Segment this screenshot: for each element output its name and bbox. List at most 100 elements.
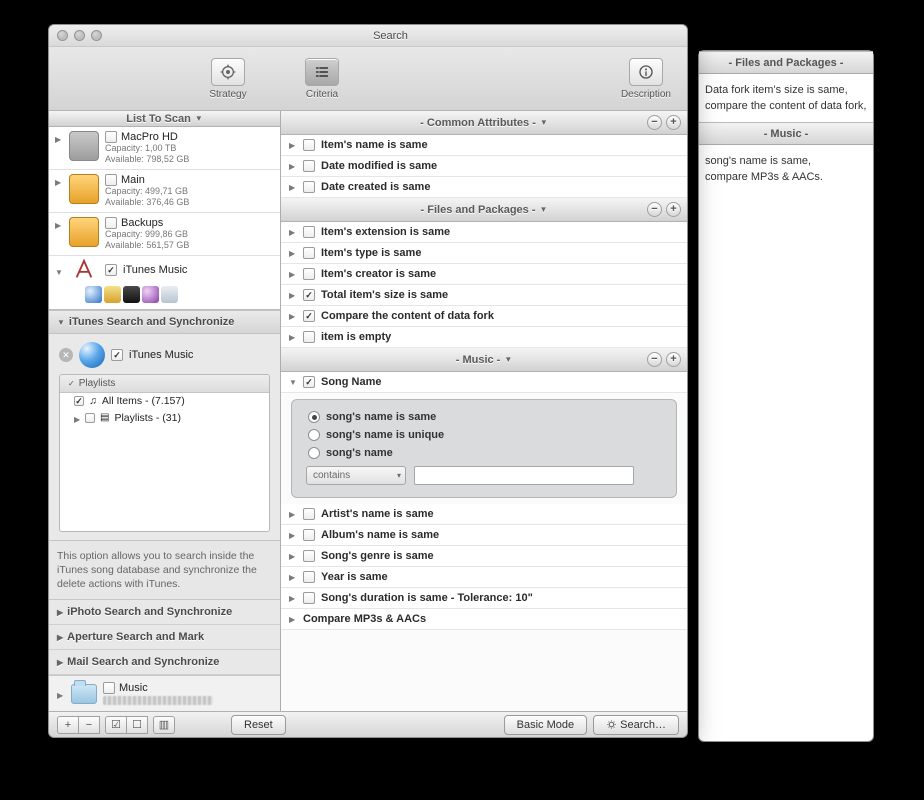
- disclosure-icon[interactable]: ▶: [74, 411, 80, 424]
- attr-row[interactable]: ▶Compare the content of data fork: [281, 306, 687, 327]
- disclosure-icon[interactable]: ▶: [289, 291, 297, 300]
- disclosure-icon[interactable]: ▶: [55, 174, 63, 187]
- disclosure-icon[interactable]: ▶: [289, 141, 297, 150]
- add-button[interactable]: +: [666, 352, 681, 367]
- disclosure-icon[interactable]: ▼: [55, 264, 63, 277]
- disclosure-icon[interactable]: ▶: [289, 270, 297, 279]
- attr-row[interactable]: ▶Song's genre is same: [281, 546, 687, 567]
- check-button[interactable]: ☑: [105, 716, 127, 734]
- volume-checkbox[interactable]: [105, 131, 117, 143]
- attr-row[interactable]: ▶Item's name is same: [281, 135, 687, 156]
- attr-checkbox[interactable]: [303, 331, 315, 343]
- add-button[interactable]: +: [666, 202, 681, 217]
- attr-checkbox[interactable]: [303, 376, 315, 388]
- toolbar-criteria[interactable]: Criteria: [295, 58, 349, 100]
- columns-button[interactable]: ▥: [153, 716, 175, 734]
- attr-row[interactable]: ▶Item's type is same: [281, 243, 687, 264]
- disclosure-icon[interactable]: ▶: [289, 615, 297, 624]
- itunes-checkbox[interactable]: [105, 264, 117, 276]
- disclosure-icon[interactable]: ▶: [289, 552, 297, 561]
- attr-checkbox[interactable]: [303, 592, 315, 604]
- radio-button[interactable]: [308, 411, 320, 423]
- reset-button[interactable]: Reset: [231, 715, 286, 735]
- attr-row[interactable]: ▶Total item's size is same: [281, 285, 687, 306]
- attr-row[interactable]: ▶Song's duration is same - Tolerance: 10…: [281, 588, 687, 609]
- disclosure-icon[interactable]: ▶: [289, 183, 297, 192]
- disclosure-icon[interactable]: ▶: [55, 131, 63, 144]
- toolbar-strategy[interactable]: Strategy: [201, 58, 255, 100]
- section-music[interactable]: - Music - ▼ −+: [281, 348, 687, 372]
- category-iphoto[interactable]: ▶iPhoto Search and Synchronize: [49, 600, 280, 625]
- remove-item-button[interactable]: −: [78, 716, 100, 734]
- zoom-icon[interactable]: [91, 30, 102, 41]
- attr-row[interactable]: ▶Date modified is same: [281, 156, 687, 177]
- disclosure-icon[interactable]: ▶: [289, 333, 297, 342]
- attr-row[interactable]: ▶Item's creator is same: [281, 264, 687, 285]
- playlist-checkbox[interactable]: [85, 413, 95, 423]
- close-icon[interactable]: [57, 30, 68, 41]
- disclosure-icon[interactable]: ▶: [289, 228, 297, 237]
- attr-song-name[interactable]: ▼Song Name: [281, 372, 687, 393]
- radio-row[interactable]: song's name is same: [304, 408, 664, 426]
- basic-mode-button[interactable]: Basic Mode: [504, 715, 587, 735]
- radio-button[interactable]: [308, 429, 320, 441]
- radio-row[interactable]: song's name is unique: [304, 426, 664, 444]
- remove-button[interactable]: ✕: [59, 348, 73, 362]
- attr-checkbox[interactable]: [303, 508, 315, 520]
- radio-row[interactable]: song's name: [304, 444, 664, 462]
- attr-checkbox[interactable]: [303, 247, 315, 259]
- disclosure-icon[interactable]: ▶: [289, 510, 297, 519]
- attr-row[interactable]: ▶Date created is same: [281, 177, 687, 198]
- attr-row[interactable]: ▶item is empty: [281, 327, 687, 348]
- add-button[interactable]: +: [666, 115, 681, 130]
- attr-checkbox[interactable]: [303, 289, 315, 301]
- category-itunes[interactable]: ▼iTunes Search and Synchronize: [49, 310, 280, 334]
- section-files[interactable]: - Files and Packages - ▼ −+: [281, 198, 687, 222]
- disclosure-icon[interactable]: ▶: [57, 687, 65, 700]
- attr-checkbox[interactable]: [303, 139, 315, 151]
- category-mail[interactable]: ▶Mail Search and Synchronize: [49, 650, 280, 675]
- attr-checkbox[interactable]: [303, 181, 315, 193]
- disclosure-icon[interactable]: ▶: [289, 531, 297, 540]
- playlist-checkbox[interactable]: [74, 396, 84, 406]
- folder-checkbox[interactable]: [103, 682, 115, 694]
- add-item-button[interactable]: +: [57, 716, 79, 734]
- attr-row[interactable]: ▶Album's name is same: [281, 525, 687, 546]
- disclosure-icon[interactable]: ▶: [289, 594, 297, 603]
- playlist-row[interactable]: ♫ All Items - (7.157): [60, 393, 269, 409]
- collapse-button[interactable]: −: [647, 352, 662, 367]
- itunes-panel-checkbox[interactable]: [111, 349, 123, 361]
- attr-checkbox[interactable]: [303, 310, 315, 322]
- collapse-button[interactable]: −: [647, 202, 662, 217]
- disclosure-icon[interactable]: ▶: [289, 573, 297, 582]
- attr-checkbox[interactable]: [303, 529, 315, 541]
- section-common[interactable]: - Common Attributes - ▼ −+: [281, 111, 687, 135]
- attr-checkbox[interactable]: [303, 571, 315, 583]
- attr-checkbox[interactable]: [303, 268, 315, 280]
- uncheck-button[interactable]: ☐: [126, 716, 148, 734]
- attr-checkbox[interactable]: [303, 160, 315, 172]
- disclosure-icon[interactable]: ▶: [289, 312, 297, 321]
- match-text-input[interactable]: [414, 466, 634, 485]
- volume-row[interactable]: ▶ MacPro HD Capacity: 1,00 TB Available:…: [49, 127, 280, 170]
- itunes-music-row[interactable]: ▼ iTunes Music: [49, 256, 280, 284]
- sidebar-header[interactable]: List To Scan ▼: [49, 111, 280, 127]
- disclosure-icon[interactable]: ▶: [289, 162, 297, 171]
- volume-checkbox[interactable]: [105, 217, 117, 229]
- attr-checkbox[interactable]: [303, 226, 315, 238]
- folder-row[interactable]: ▶ Music: [57, 682, 272, 705]
- toolbar-description[interactable]: Description: [621, 58, 671, 100]
- radio-button[interactable]: [308, 447, 320, 459]
- disclosure-icon[interactable]: ▼: [289, 378, 297, 387]
- match-select[interactable]: contains: [306, 466, 406, 485]
- minimize-icon[interactable]: [74, 30, 85, 41]
- volume-row[interactable]: ▶ Backups Capacity: 999,86 GB Available:…: [49, 213, 280, 256]
- attr-row[interactable]: ▶Item's extension is same: [281, 222, 687, 243]
- attr-row[interactable]: ▶Compare MP3s & AACs: [281, 609, 687, 630]
- attr-row[interactable]: ▶Year is same: [281, 567, 687, 588]
- category-aperture[interactable]: ▶Aperture Search and Mark: [49, 625, 280, 650]
- attr-checkbox[interactable]: [303, 550, 315, 562]
- playlist-row[interactable]: ▶ ▤ Playlists - (31): [60, 409, 269, 426]
- attr-row[interactable]: ▶Artist's name is same: [281, 504, 687, 525]
- disclosure-icon[interactable]: ▶: [55, 217, 63, 230]
